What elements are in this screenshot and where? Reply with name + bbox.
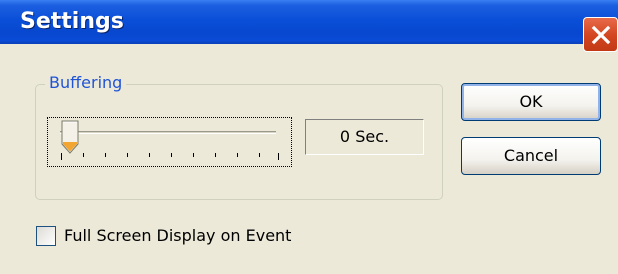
full-screen-label[interactable]: Full Screen Display on Event bbox=[64, 226, 291, 245]
buffering-value-display: 0 Sec. bbox=[305, 119, 424, 155]
cancel-button[interactable]: Cancel bbox=[461, 137, 601, 175]
close-icon bbox=[591, 25, 611, 45]
slider-ticks bbox=[61, 153, 279, 160]
settings-dialog: Settings Buffering 0 Sec. OK Cancel Full… bbox=[0, 0, 618, 274]
title-bar[interactable]: Settings bbox=[0, 0, 618, 44]
buffering-group-label: Buffering bbox=[45, 73, 127, 92]
close-button[interactable] bbox=[583, 17, 618, 52]
slider-thumb[interactable] bbox=[61, 120, 79, 154]
ok-button[interactable]: OK bbox=[461, 83, 601, 121]
slider-track bbox=[60, 131, 276, 134]
window-title: Settings bbox=[20, 9, 124, 34]
full-screen-checkbox[interactable] bbox=[36, 226, 56, 246]
